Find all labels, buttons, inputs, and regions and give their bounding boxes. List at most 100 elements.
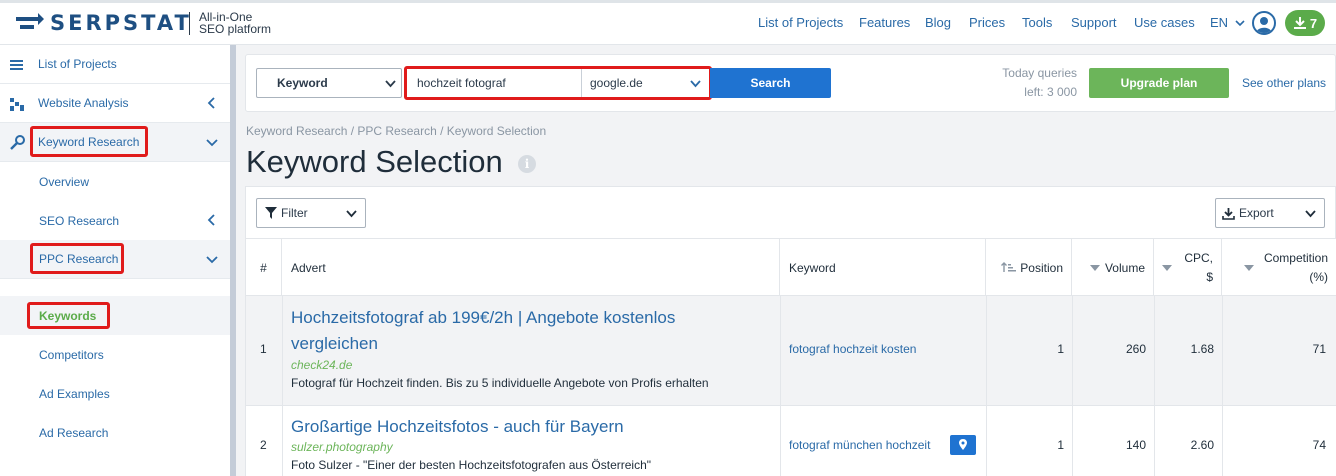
sort-desc-icon	[1243, 264, 1254, 271]
col-divider	[282, 406, 283, 476]
see-other-plans-link[interactable]: See other plans	[1242, 76, 1326, 90]
sidebar-item-competitors[interactable]: Competitors	[0, 335, 230, 374]
col-cpc-unit: $	[1206, 269, 1213, 284]
logo-tagline: All-in-One SEO platform	[199, 11, 271, 35]
queries-left: Today queries left: 3 000	[990, 64, 1077, 102]
ad-url: check24.de	[291, 358, 353, 372]
search-type-label: Keyword	[277, 76, 328, 90]
chevron-down-icon	[385, 80, 396, 88]
ad-title-line1: Hochzeitsfotograf ab 199€/2h | Angebote …	[291, 308, 676, 327]
highlight-ppc-research	[30, 243, 124, 274]
menu-icon	[10, 60, 23, 70]
col-divider	[282, 296, 283, 405]
nav-features[interactable]: Features	[859, 15, 910, 30]
keyword-link[interactable]: fotograf hochzeit kosten	[789, 342, 916, 356]
downloads-button[interactable]: 7	[1285, 10, 1325, 36]
search-type-select[interactable]: Keyword	[256, 68, 402, 98]
sort-desc-icon	[1162, 264, 1173, 271]
col-competition-label: Competition	[1263, 250, 1328, 265]
tagline-line2: SEO platform	[199, 22, 272, 36]
downloads-count: 7	[1309, 15, 1318, 31]
export-button[interactable]: Export	[1215, 198, 1325, 228]
info-icon[interactable]: i	[518, 155, 536, 173]
col-volume-label: Volume	[1104, 260, 1145, 275]
col-divider	[780, 406, 781, 476]
sidebar-label: Ad Examples	[39, 386, 110, 401]
position-value: 1	[1057, 342, 1064, 356]
ad-title-line2: vergleichen	[291, 334, 378, 353]
sidebar-item-overview[interactable]: Overview	[0, 162, 230, 201]
chevron-down-icon	[1305, 210, 1316, 218]
upgrade-plan-button[interactable]: Upgrade plan	[1089, 68, 1229, 98]
language-selector[interactable]: EN	[1210, 15, 1245, 30]
col-competition-unit: (%)	[1309, 269, 1328, 284]
col-advert: Advert	[282, 239, 780, 296]
serpstat-logo[interactable]: SERPSTAT	[16, 11, 192, 35]
sidebar-label: List of Projects	[38, 57, 117, 71]
queries-line2: left: 3 000	[1024, 85, 1077, 99]
sidebar-item-list-of-projects[interactable]: List of Projects	[0, 45, 230, 84]
ad-description: Foto Sulzer - "Einer der besten Hochzeit…	[291, 458, 652, 472]
col-position[interactable]: Position	[986, 239, 1072, 296]
chevron-down-icon	[206, 256, 218, 264]
sidebar-item-seo-research[interactable]: SEO Research	[0, 201, 230, 240]
table-header: # Advert Keyword Position Volume CPC, $ …	[246, 238, 1336, 296]
sort-asc-icon	[1001, 262, 1017, 272]
sidebar-label: Competitors	[39, 347, 104, 362]
highlight-keyword-research	[30, 126, 148, 157]
col-cpc[interactable]: CPC, $	[1154, 239, 1222, 296]
download-icon	[1293, 17, 1306, 29]
volume-value: 260	[1125, 342, 1146, 356]
col-volume[interactable]: Volume	[1072, 239, 1154, 296]
ad-title[interactable]: Großartige Hochzeitsfotos - auch für Bay…	[291, 414, 771, 440]
chart-icon	[10, 98, 24, 111]
ad-description: Fotograf für Hochzeit finden. Bis zu 5 i…	[291, 376, 709, 390]
sidebar-label: SEO Research	[39, 213, 120, 228]
sidebar-label: Website Analysis	[38, 96, 129, 110]
ad-block: Hochzeitsfotograf ab 199€/2h | Angebote …	[291, 305, 771, 390]
filter-button[interactable]: Filter	[256, 198, 366, 228]
sidebar-label: Ad Research	[39, 425, 109, 440]
nav-list-of-projects[interactable]: List of Projects	[758, 15, 843, 30]
sort-desc-icon	[1089, 264, 1100, 271]
volume-value: 140	[1125, 438, 1146, 452]
brand-name: SERPSTAT	[50, 11, 192, 35]
export-label: Export	[1239, 206, 1274, 220]
sidebar-item-ad-examples[interactable]: Ad Examples	[0, 374, 230, 413]
page-title: Keyword Selection	[246, 144, 503, 179]
nav-tools[interactable]: Tools	[1022, 15, 1052, 30]
nav-blog[interactable]: Blog	[925, 15, 951, 30]
sidebar-item-website-analysis[interactable]: Website Analysis	[0, 84, 230, 123]
ad-title[interactable]: Hochzeitsfotograf ab 199€/2h | Angebote …	[291, 305, 771, 357]
user-avatar-icon[interactable]	[1252, 11, 1276, 35]
col-competition[interactable]: Competition (%)	[1222, 239, 1336, 296]
chevron-left-icon	[207, 214, 215, 226]
sidebar-label: Overview	[39, 174, 90, 189]
header-top-line	[0, 0, 1336, 3]
keyword-link[interactable]: fotograf münchen hochzeit	[789, 438, 930, 452]
col-position-label: Position	[1020, 260, 1063, 275]
search-button[interactable]: Search	[710, 68, 831, 98]
filter-icon	[265, 207, 277, 219]
nav-use-cases[interactable]: Use cases	[1134, 15, 1195, 30]
ad-url: sulzer.photography	[291, 440, 393, 454]
table-row: 2 Großartige Hochzeitsfotos - auch für B…	[246, 405, 1336, 476]
chevron-down-icon	[346, 210, 357, 218]
nav-support[interactable]: Support	[1071, 15, 1117, 30]
language-label: EN	[1210, 15, 1229, 30]
export-icon	[1222, 207, 1235, 220]
competition-value: 71	[1312, 342, 1326, 356]
col-cpc-label: CPC,	[1184, 250, 1213, 265]
breadcrumb: Keyword Research / PPC Research / Keywor…	[246, 124, 547, 138]
row-number: 2	[260, 438, 267, 452]
col-num: #	[246, 239, 282, 296]
logo-divider	[189, 12, 190, 35]
nav-prices[interactable]: Prices	[969, 15, 1005, 30]
location-pin-icon[interactable]	[950, 435, 976, 455]
col-keyword: Keyword	[780, 239, 986, 296]
sidebar-item-ad-research[interactable]: Ad Research	[0, 413, 230, 452]
queries-line1: Today queries	[1002, 66, 1077, 80]
highlight-keywords	[27, 302, 110, 329]
competition-value: 74	[1312, 438, 1326, 452]
row-number: 1	[260, 342, 267, 356]
